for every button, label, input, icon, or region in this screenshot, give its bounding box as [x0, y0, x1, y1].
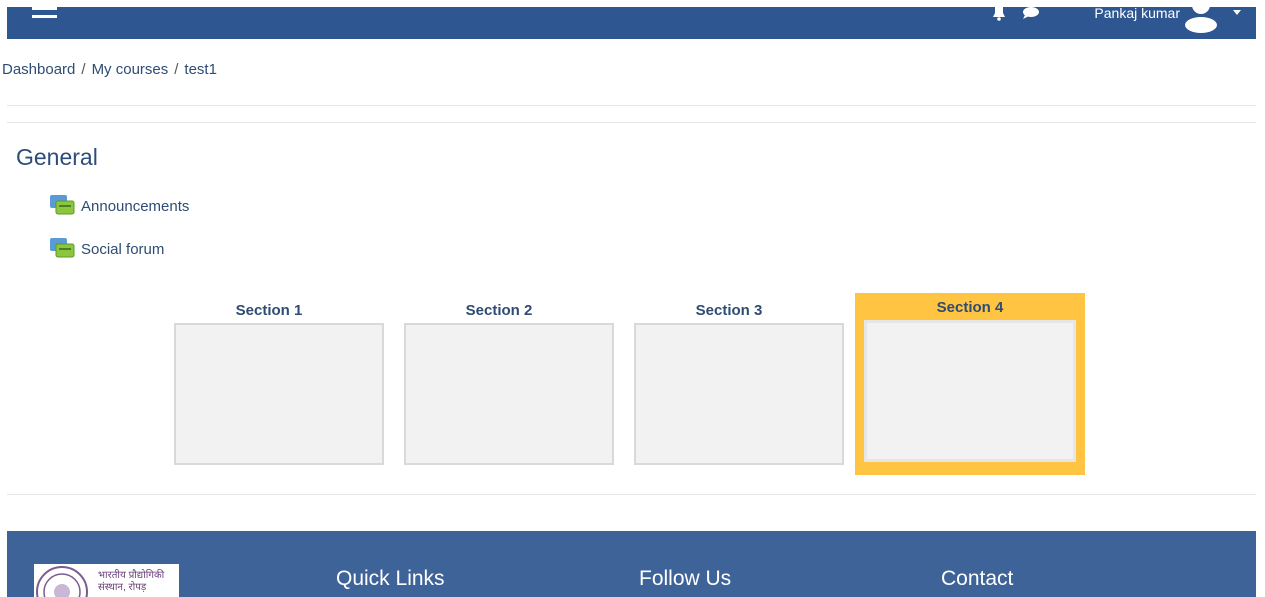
user-menu[interactable]: Pankaj kumar	[1094, 0, 1218, 33]
breadcrumb-my-courses[interactable]: My courses	[92, 61, 169, 78]
section-tile-title[interactable]: Section 2	[384, 302, 614, 319]
logo-text-line1: भारतीय प्रौद्योगिकी	[98, 570, 165, 581]
section-tile-3[interactable]: Section 3	[614, 296, 844, 474]
footer-heading-contact: Contact	[941, 567, 1014, 590]
breadcrumb-course[interactable]: test1	[184, 61, 217, 78]
footer: भारतीय प्रौद्योगिकी संस्थान, रोपड़ Quick…	[7, 531, 1256, 597]
hamburger-icon[interactable]	[32, 7, 57, 25]
chat-bubble-icon[interactable]	[1021, 7, 1039, 25]
divider	[7, 105, 1256, 106]
section-tile-title[interactable]: Section 3	[614, 302, 844, 319]
user-name[interactable]: Pankaj kumar	[1094, 6, 1180, 20]
section-tile-image[interactable]	[174, 323, 384, 465]
activity-label[interactable]: Social forum	[81, 241, 164, 258]
activity-announcements[interactable]: Announcements	[50, 195, 189, 217]
top-navbar: Pankaj kumar	[7, 0, 1256, 39]
logo-text-line2: संस्थान, रोपड़	[98, 582, 147, 593]
institute-seal-icon	[36, 566, 88, 597]
section-tile-image[interactable]	[634, 323, 844, 465]
footer-heading-follow-us: Follow Us	[639, 567, 732, 590]
section-tile-image[interactable]	[864, 320, 1076, 462]
user-avatar-icon[interactable]	[1184, 0, 1218, 33]
section-tile-1[interactable]: Section 1	[154, 296, 384, 474]
section-tile-4[interactable]: Section 4	[855, 293, 1085, 475]
bell-icon[interactable]	[990, 7, 1008, 25]
institute-logo[interactable]: भारतीय प्रौद्योगिकी संस्थान, रोपड़	[34, 564, 179, 597]
breadcrumb-separator: /	[174, 61, 179, 78]
forum-icon	[50, 195, 75, 217]
section-tile-2[interactable]: Section 2	[384, 296, 614, 474]
activity-social-forum[interactable]: Social forum	[50, 238, 164, 260]
activity-label[interactable]: Announcements	[81, 198, 189, 215]
forum-icon	[50, 238, 75, 260]
section-tile-image[interactable]	[404, 323, 614, 465]
section-tile-title[interactable]: Section 4	[855, 299, 1085, 316]
divider	[7, 122, 1256, 123]
caret-down-icon[interactable]	[1233, 10, 1241, 15]
divider	[7, 494, 1256, 495]
breadcrumb-separator: /	[81, 61, 86, 78]
breadcrumb: Dashboard / My courses / test1	[2, 61, 217, 78]
breadcrumb-dashboard[interactable]: Dashboard	[2, 61, 75, 78]
section-title-general: General	[16, 144, 98, 170]
section-tile-title[interactable]: Section 1	[154, 302, 384, 319]
footer-heading-quick-links: Quick Links	[336, 567, 445, 590]
